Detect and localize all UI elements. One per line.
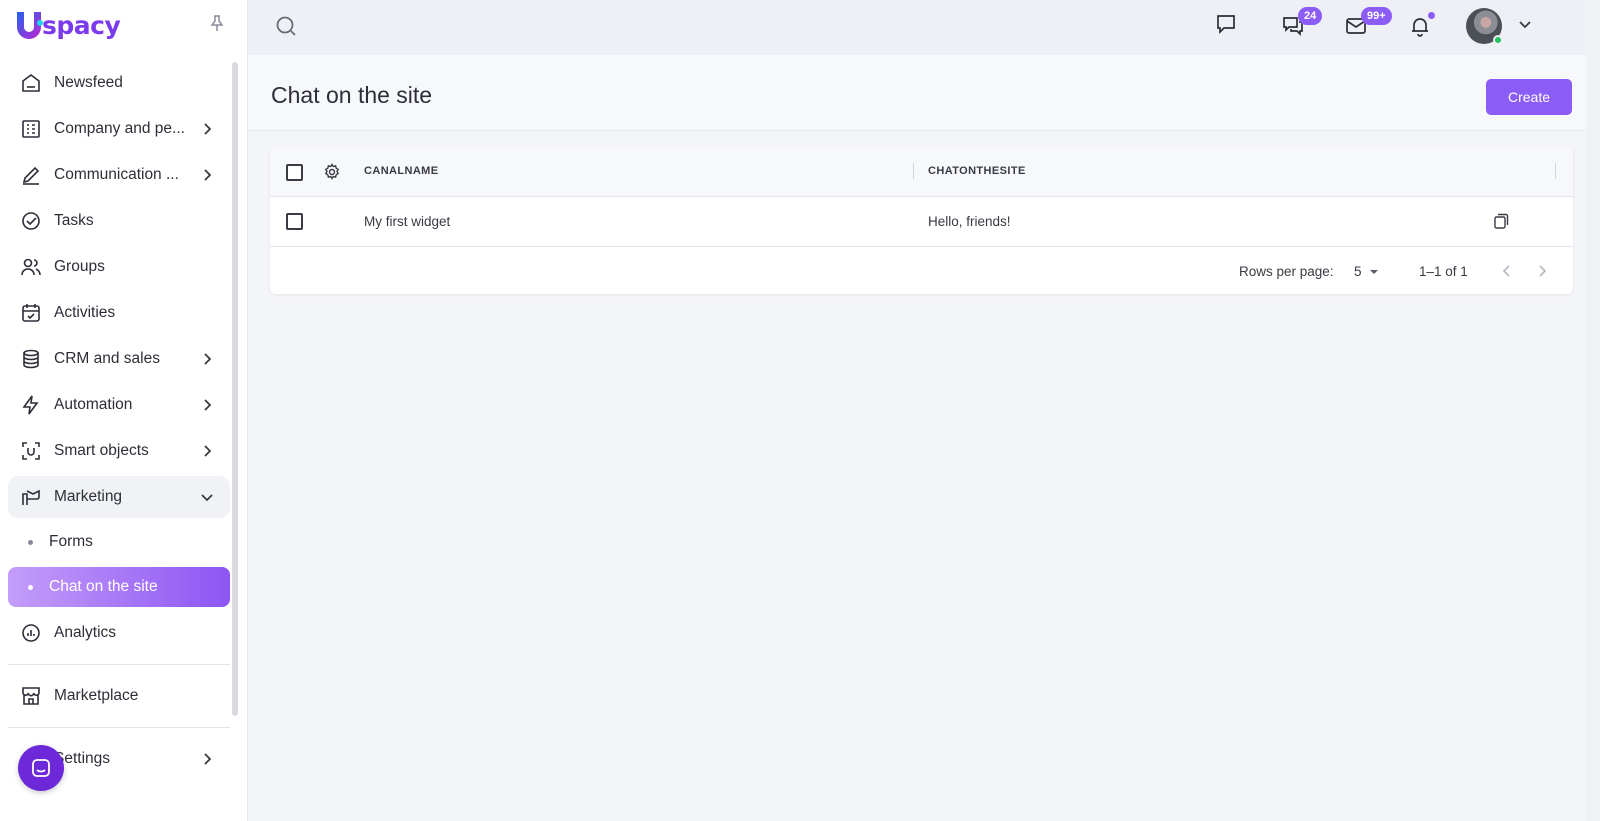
sidebar-item-label: Analytics	[54, 624, 117, 641]
chevron-right-icon	[204, 753, 212, 765]
avatar[interactable]	[1466, 8, 1503, 45]
column-separator[interactable]	[1555, 163, 1556, 179]
logo-text: spacy	[42, 10, 121, 40]
sidebar-item-label: Tasks	[54, 212, 94, 229]
sidebar: spacy Newsfeed Company and pe... Communi…	[0, 0, 248, 821]
sidebar-item-label: Newsfeed	[54, 74, 123, 91]
row-checkbox[interactable]	[286, 213, 303, 230]
column-header-chatonthesite[interactable]: CHATONTHESITE	[928, 165, 1026, 177]
sidebar-subitem-chat-on-the-site[interactable]: Chat on the site	[8, 567, 230, 607]
sidebar-item-company[interactable]: Company and pe...	[8, 108, 230, 150]
search-icon[interactable]	[274, 14, 298, 38]
sidebar-item-communication[interactable]: Communication ...	[8, 154, 230, 196]
support-chat-button[interactable]	[18, 745, 64, 791]
gear-icon[interactable]	[323, 163, 341, 181]
page-scrollbar[interactable]	[1586, 0, 1600, 821]
column-separator[interactable]	[913, 163, 914, 179]
sidebar-subitem-label: Chat on the site	[49, 578, 158, 595]
sidebar-item-label: CRM and sales	[54, 350, 160, 367]
sidebar-item-marketing[interactable]: Marketing	[8, 476, 230, 518]
chevron-right-icon	[204, 169, 212, 181]
page-header: Chat on the site Create	[248, 55, 1586, 131]
sidebar-item-automation[interactable]: Automation	[8, 384, 230, 426]
store-icon	[22, 687, 40, 705]
bullet-icon	[28, 539, 33, 545]
edit-icon	[22, 166, 40, 185]
cell-chatonthesite: Hello, friends!	[928, 214, 1011, 229]
sidebar-item-smart-objects[interactable]: Smart objects	[8, 430, 230, 472]
chevron-down-icon	[201, 494, 213, 502]
sidebar-item-activities[interactable]: Activities	[8, 292, 230, 334]
sidebar-item-label: Activities	[54, 304, 116, 321]
topbar: 24 99+	[248, 0, 1600, 55]
cell-canalname: My first widget	[364, 214, 451, 229]
building-icon	[22, 120, 40, 138]
data-table: CANALNAME CHATONTHESITE My first widget …	[270, 147, 1573, 294]
lightning-icon	[22, 395, 39, 415]
sidebar-divider	[8, 664, 230, 665]
sidebar-nav: Newsfeed Company and pe... Communication…	[8, 62, 230, 784]
analytics-icon	[22, 624, 40, 642]
select-all-checkbox[interactable]	[286, 164, 303, 181]
chevron-down-icon[interactable]	[1516, 15, 1534, 33]
pagination-range: 1–1 of 1	[1419, 264, 1468, 279]
sidebar-item-label: Marketing	[54, 488, 123, 505]
notification-dot	[1428, 12, 1435, 19]
sidebar-item-label: Automation	[54, 396, 133, 413]
logo-mark-icon	[14, 10, 44, 40]
page-title: Chat on the site	[271, 82, 433, 108]
dropdown-arrow-icon[interactable]	[1368, 266, 1380, 278]
chat-widget-icon	[32, 759, 50, 777]
message-icon[interactable]	[1214, 12, 1238, 36]
sidebar-item-label: Company and pe...	[54, 120, 185, 137]
rows-per-page-select[interactable]: 5	[1354, 264, 1362, 279]
chevron-right-icon[interactable]	[1534, 263, 1550, 279]
sidebar-item-analytics[interactable]: Analytics	[8, 612, 230, 654]
calendar-icon	[22, 304, 40, 322]
sidebar-item-marketplace[interactable]: Marketplace	[8, 675, 230, 717]
pin-icon[interactable]	[208, 14, 226, 32]
copy-icon[interactable]	[1492, 212, 1510, 230]
chevron-right-icon	[204, 123, 212, 135]
online-status-dot	[1493, 35, 1503, 45]
chevron-right-icon	[204, 445, 212, 457]
table-pagination: Rows per page: 5 1–1 of 1	[270, 247, 1573, 294]
bullet-icon	[28, 584, 33, 590]
sidebar-subitem-forms[interactable]: Forms	[8, 522, 230, 562]
mail-badge: 99+	[1361, 7, 1392, 25]
sidebar-item-label: Smart objects	[54, 442, 149, 459]
table-header: CANALNAME CHATONTHESITE	[270, 147, 1573, 197]
scan-icon	[22, 442, 40, 460]
database-icon	[23, 349, 39, 369]
sidebar-item-label: Communication ...	[54, 166, 179, 183]
column-header-canalname[interactable]: CANALNAME	[364, 165, 438, 177]
sidebar-item-crm[interactable]: CRM and sales	[8, 338, 230, 380]
chats-badge: 24	[1298, 7, 1323, 25]
logo[interactable]: spacy	[14, 10, 121, 40]
users-icon	[21, 258, 41, 276]
sidebar-item-label: Groups	[54, 258, 105, 275]
chevron-left-icon[interactable]	[1499, 263, 1515, 279]
sidebar-item-groups[interactable]: Groups	[8, 246, 230, 288]
sidebar-divider	[8, 727, 230, 728]
sidebar-scrollbar[interactable]	[232, 62, 238, 716]
create-button[interactable]: Create	[1486, 79, 1572, 115]
chevron-right-icon	[204, 353, 212, 365]
sidebar-subitem-label: Forms	[49, 533, 93, 550]
chevron-right-icon	[204, 399, 212, 411]
sidebar-item-tasks[interactable]: Tasks	[8, 200, 230, 242]
table-row[interactable]: My first widget Hello, friends!	[270, 197, 1573, 247]
sidebar-item-newsfeed[interactable]: Newsfeed	[8, 62, 230, 104]
home-icon	[22, 74, 40, 92]
check-circle-icon	[22, 212, 40, 230]
marketing-icon	[22, 489, 40, 505]
rows-per-page-label: Rows per page:	[1239, 264, 1334, 279]
sidebar-item-label: Marketplace	[54, 687, 139, 704]
